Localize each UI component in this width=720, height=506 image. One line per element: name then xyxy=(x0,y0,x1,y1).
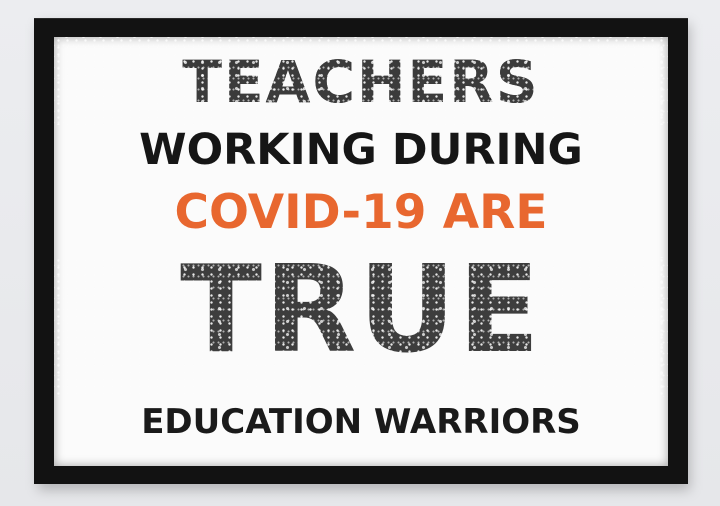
poster-line-covid: COVID-19 ARE xyxy=(174,185,548,240)
poster-line-teachers: TEACHERS xyxy=(182,48,540,116)
poster-line-working-during: WORKING DURING xyxy=(139,125,583,175)
poster-mat: TEACHERS WORKING DURING COVID-19 ARE TRU… xyxy=(54,37,668,466)
poster-line-true: TRUE xyxy=(180,241,542,380)
poster-line-education-warriors: EDUCATION WARRIORS xyxy=(141,402,581,442)
picture-frame: TEACHERS WORKING DURING COVID-19 ARE TRU… xyxy=(34,18,688,484)
